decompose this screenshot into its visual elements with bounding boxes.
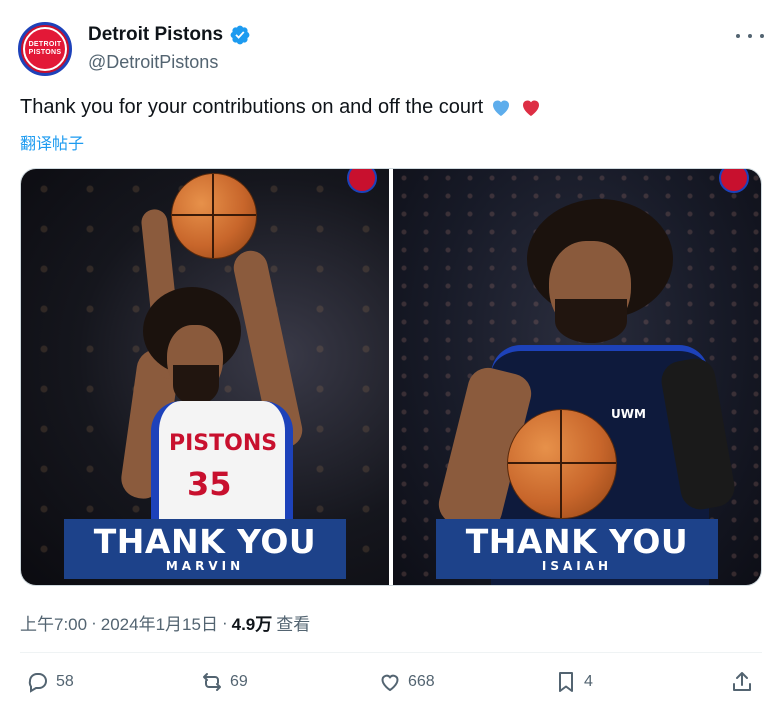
avatar[interactable]: DETROIT PISTONS — [18, 22, 72, 76]
banner-title: THANK YOU — [93, 522, 317, 561]
banner-player-name: ISAIAH — [541, 559, 613, 573]
bookmark-icon — [559, 672, 573, 692]
thank-you-banner-left: THANK YOU MARVIN — [64, 519, 346, 579]
repost-icon — [203, 673, 221, 691]
more-options-icon[interactable] — [736, 26, 764, 46]
views-label: 查看 — [276, 615, 311, 634]
like-count: 668 — [408, 673, 435, 690]
account-handle[interactable]: @DetroitPistons — [88, 52, 218, 73]
tweet-body: Thank you for your contributions on and … — [20, 95, 484, 118]
blue-heart-icon — [493, 100, 510, 116]
photo-isaiah[interactable]: UWM THANK YOU ISAIAH — [393, 169, 761, 585]
meta-separator: · — [91, 612, 97, 632]
jersey-team-text: PISTONS — [169, 431, 278, 456]
action-bar: 58 69 668 4 — [0, 670, 783, 704]
banner-player-name: MARVIN — [165, 559, 245, 573]
like-button[interactable]: 668 — [378, 670, 435, 694]
tweet-meta: 上午7:00 · 2024年1月15日 · 4.9万 查看 — [20, 610, 310, 635]
jersey-number: 35 — [187, 465, 232, 503]
bookmark-button[interactable]: 4 — [554, 670, 593, 694]
repost-button[interactable]: 69 — [200, 670, 248, 694]
avatar-text-line2: PISTONS — [28, 49, 62, 56]
verified-badge-icon — [230, 25, 250, 45]
pistons-logo-icon: DETROIT PISTONS — [23, 27, 67, 71]
translate-post-link[interactable]: 翻译帖子 — [20, 130, 84, 154]
display-name[interactable]: Detroit Pistons — [88, 24, 223, 46]
jersey-sponsor-text: UWM — [611, 407, 646, 421]
tweet-text: Thank you for your contributions on and … — [20, 95, 543, 119]
like-heart-icon — [381, 674, 399, 692]
repost-count: 69 — [230, 673, 248, 690]
photo-marvin[interactable]: PISTONS 35 THANK YOU MARVIN — [21, 169, 389, 585]
divider — [20, 652, 762, 653]
tweet-time[interactable]: 上午7:00 — [20, 610, 87, 635]
reply-button[interactable]: 58 — [26, 670, 74, 694]
red-heart-icon — [523, 100, 540, 116]
share-icon — [733, 672, 751, 691]
basketball-icon — [507, 409, 617, 519]
banner-title: THANK YOU — [465, 522, 689, 561]
basketball-icon — [171, 173, 257, 259]
meta-separator: · — [221, 612, 228, 632]
avatar-text-line1: DETROIT — [28, 41, 62, 48]
share-button[interactable] — [730, 670, 754, 694]
bookmark-count: 4 — [584, 673, 593, 690]
views-count: 4.9万 — [231, 615, 273, 634]
beard — [555, 299, 627, 343]
media-grid: PISTONS 35 THANK YOU MARVIN UWM THANK YO… — [20, 168, 762, 586]
thank-you-banner-right: THANK YOU ISAIAH — [436, 519, 718, 579]
reply-count: 58 — [56, 673, 74, 690]
tweet-date[interactable]: 2024年1月15日 — [101, 610, 218, 635]
beard — [173, 365, 219, 405]
reply-icon — [28, 673, 47, 693]
name-row: Detroit Pistons — [88, 24, 251, 46]
